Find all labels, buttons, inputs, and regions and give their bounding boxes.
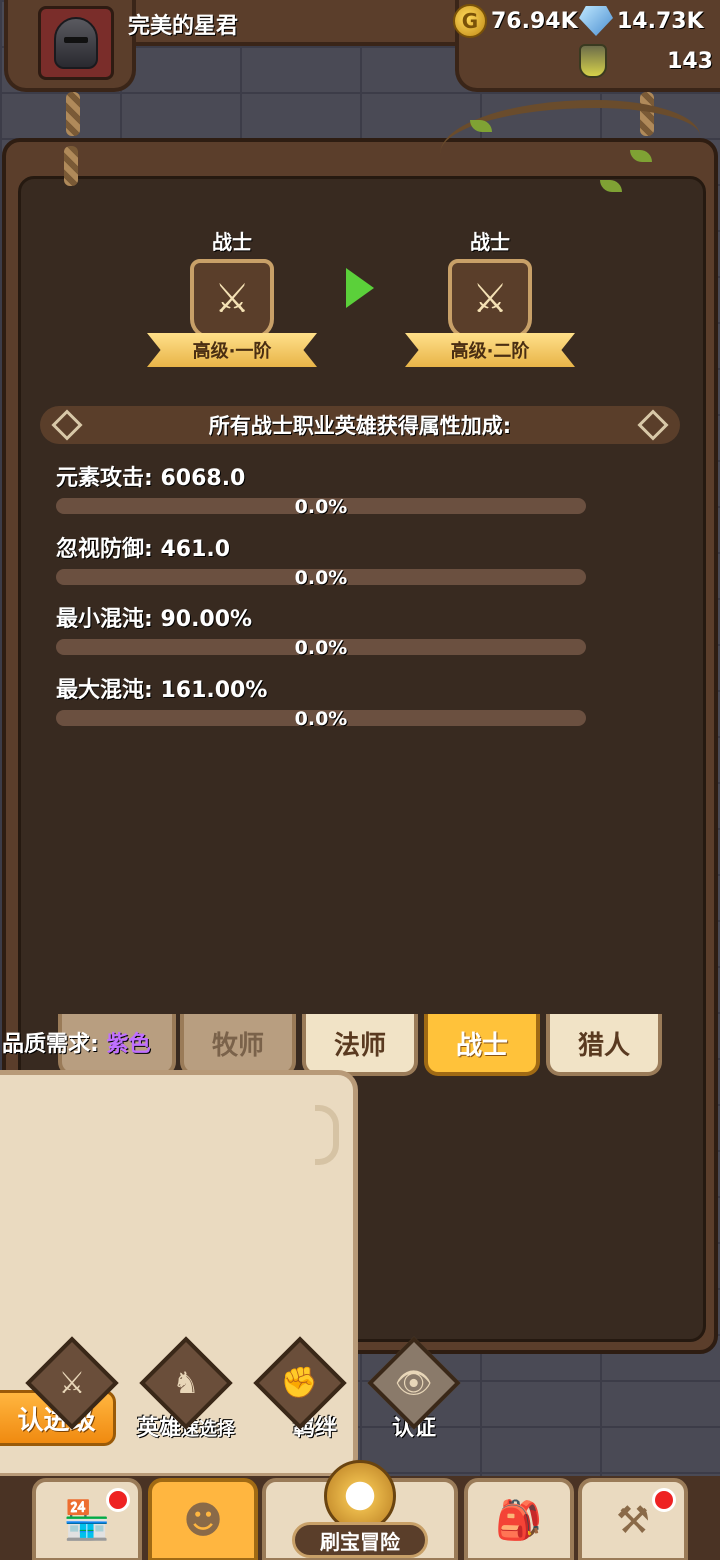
nav-shop[interactable]: 🏪 bbox=[32, 1478, 142, 1560]
adventure-label-plate: 刷宝冒险 bbox=[292, 1522, 428, 1558]
diamond-deco-icon bbox=[637, 409, 669, 441]
arrow-right-icon bbox=[346, 268, 374, 308]
diamond-button[interactable]: ⚔ bbox=[25, 1336, 119, 1430]
stat-label: 最小混沌: 90.00% bbox=[56, 607, 253, 632]
stat-percent: 0.0% bbox=[294, 496, 348, 518]
stat-percent: 0.0% bbox=[294, 637, 348, 659]
bond-action[interactable]: ✊ 羁绊 bbox=[250, 1336, 350, 1450]
next-class-name: 战士 bbox=[470, 230, 510, 254]
quality-label: 品质需求: bbox=[2, 1032, 99, 1057]
scroll-deco-icon bbox=[315, 1105, 339, 1165]
next-rank: 高级·二阶 bbox=[450, 341, 530, 362]
tab-mage[interactable]: 法师 bbox=[302, 1014, 418, 1076]
emblem-shield: ⚔ bbox=[190, 259, 274, 339]
adventure-label: 刷宝冒险 bbox=[320, 1529, 400, 1554]
player-name: 完美的星君 bbox=[128, 14, 239, 39]
gem-counter[interactable]: 14.73K bbox=[579, 6, 704, 36]
current-rank: 高级·一阶 bbox=[192, 341, 272, 362]
potion-value: 143 bbox=[667, 48, 713, 74]
next-rank-ribbon: 高级·二阶 bbox=[405, 333, 575, 367]
tab-label: 战士 bbox=[455, 1030, 508, 1061]
diamond-deco-icon bbox=[51, 409, 83, 441]
rope-left bbox=[66, 92, 80, 136]
tab-priest[interactable]: 牧师 bbox=[180, 1014, 296, 1076]
quality-value: 紫色 bbox=[106, 1032, 151, 1057]
nav-adventure[interactable]: 刷宝冒险 bbox=[292, 1460, 428, 1560]
tab-label: 猎人 bbox=[577, 1030, 630, 1061]
stat-row: 最大混沌: 161.00% 0.0% bbox=[56, 672, 596, 730]
avatar[interactable] bbox=[38, 6, 114, 80]
bonus-header: 所有战士职业英雄获得属性加成: bbox=[40, 406, 680, 444]
notification-badge bbox=[106, 1488, 130, 1512]
hero-icon: ♞ bbox=[172, 1365, 200, 1401]
stat-percent: 0.0% bbox=[294, 708, 348, 730]
tab-warrior[interactable]: 战士 bbox=[424, 1014, 540, 1076]
next-class-emblem: 战士 ⚔ 高级·二阶 bbox=[400, 226, 580, 367]
hero-icon: ☻ bbox=[183, 1498, 223, 1542]
coin-icon: G bbox=[453, 4, 487, 38]
current-rank-ribbon: 高级·一阶 bbox=[147, 333, 317, 367]
quality-requirement: 品质需求: 紫色 bbox=[2, 1026, 151, 1058]
emblem-shield: ⚔ bbox=[448, 259, 532, 339]
upgrade-action[interactable]: ⚔ bbox=[22, 1336, 122, 1450]
potion-icon bbox=[579, 44, 607, 78]
stat-row: 元素攻击: 6068.0 0.0% bbox=[56, 460, 596, 518]
stat-progress-bar: 0.0% bbox=[56, 637, 586, 659]
stat-row: 最小混沌: 90.00% 0.0% bbox=[56, 601, 596, 659]
stat-label: 最大混沌: 161.00% bbox=[56, 678, 268, 703]
stat-label: 元素攻击: 6068.0 bbox=[56, 466, 246, 491]
tab-label: 牧师 bbox=[211, 1030, 264, 1061]
stat-progress-bar: 0.0% bbox=[56, 708, 586, 730]
cert-action[interactable]: 👁 认证 bbox=[364, 1336, 464, 1450]
nav-hero[interactable]: ☻ bbox=[148, 1478, 258, 1560]
gold-value: 76.94K bbox=[491, 8, 578, 34]
stat-label: 忽视防御: 461.0 bbox=[56, 537, 231, 562]
notification-badge bbox=[652, 1488, 676, 1512]
potion-counter[interactable]: 143 bbox=[579, 44, 719, 78]
bonus-title: 所有战士职业英雄获得属性加成: bbox=[208, 414, 512, 438]
top-bar: 完美的星君 G 76.94K 14.73K 143 bbox=[0, 0, 720, 92]
gem-icon bbox=[579, 6, 613, 36]
helmet-icon bbox=[54, 17, 98, 69]
stat-progress-bar: 0.0% bbox=[56, 496, 586, 518]
hero-action[interactable]: ♞ 英雄速选择 bbox=[136, 1336, 236, 1450]
current-class-name: 战士 bbox=[212, 230, 252, 254]
stat-percent: 0.0% bbox=[294, 567, 348, 589]
gold-counter[interactable]: G 76.94K bbox=[453, 4, 578, 38]
sword-icon: ⚔ bbox=[472, 276, 508, 322]
rope-knot bbox=[64, 146, 78, 186]
tab-label: 法师 bbox=[333, 1030, 386, 1061]
bag-icon: 🎒 bbox=[495, 1497, 543, 1542]
sword-icon: ⚔ bbox=[58, 1365, 86, 1401]
eye-icon: 👁 bbox=[394, 1365, 434, 1401]
nav-bag[interactable]: 🎒 bbox=[464, 1478, 574, 1560]
nav-forge[interactable]: ⚒ bbox=[578, 1478, 688, 1560]
fist-icon: ✊ bbox=[281, 1365, 319, 1401]
avatar-frame[interactable] bbox=[4, 0, 136, 92]
gem-value: 14.73K bbox=[617, 8, 704, 34]
stat-row: 忽视防御: 461.0 0.0% bbox=[56, 531, 596, 589]
stat-progress-bar: 0.0% bbox=[56, 567, 586, 589]
resource-panel: G 76.94K 14.73K 143 bbox=[453, 0, 720, 92]
tab-hunter[interactable]: 猎人 bbox=[546, 1014, 662, 1076]
shop-icon: 🏪 bbox=[63, 1497, 111, 1542]
forge-icon: ⚒ bbox=[615, 1498, 651, 1542]
sword-icon: ⚔ bbox=[214, 276, 250, 322]
current-class-emblem: 战士 ⚔ 高级·一阶 bbox=[142, 226, 322, 367]
